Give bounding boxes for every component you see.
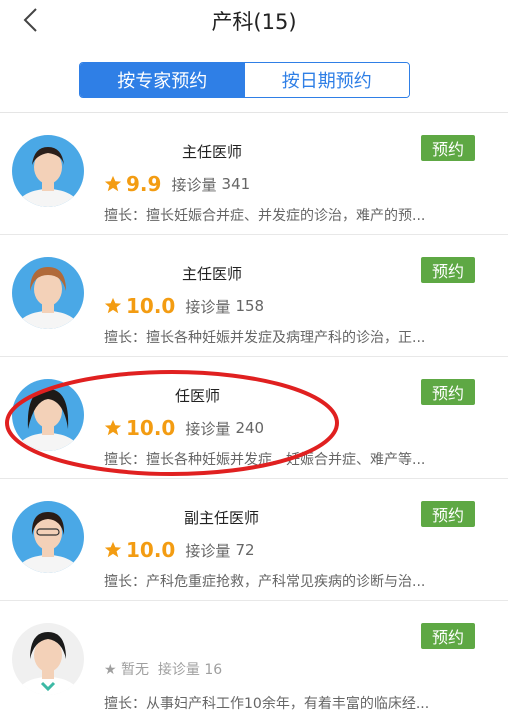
visits-count: 240 [235,419,265,437]
visits-label: 接诊量 [171,175,217,194]
star-icon [104,175,122,192]
book-button[interactable]: 预约 [421,379,475,405]
visits-label: 接诊量 [185,419,231,438]
doctor-score: 10.0 [126,538,176,562]
doctor-avatar [12,379,84,451]
visits-label: 接诊量 [157,662,200,678]
doctor-row[interactable]: 副主任医师 10.0 接诊量 72 擅长：产科危重症抢救，产科常见疾病的诊断与治… [0,479,508,601]
doctor-row[interactable]: 主任医师 10.0 接诊量 158 擅长：擅长各种妊娠并发症及病理产科的诊治，正… [0,235,508,357]
book-button[interactable]: 预约 [421,501,475,527]
doctor-avatar [12,623,84,695]
doctor-title: 主任医师 [182,143,243,161]
page-title: 产科(15) [211,10,297,34]
tab-by-expert[interactable]: 按专家预约 [80,63,245,97]
doctor-specialty: 擅长：产科危重症抢救，产科常见疾病的诊断与治... [104,574,426,590]
tab-by-date[interactable]: 按日期预约 [244,63,409,97]
rating-line: 10.0 接诊量 158 [104,293,264,319]
book-button[interactable]: 预约 [421,135,475,161]
doctor-title: 主任医师 [182,265,243,283]
rating-line: ★ 暂无 接诊量 16 [104,659,222,679]
segmented-control: 按专家预约 按日期预约 [79,62,410,98]
doctor-title: 副主任医师 [184,509,260,527]
doctor-score: 10.0 [126,416,176,440]
doctor-specialty: 擅长：擅长各种妊娠并发症及病理产科的诊治，正... [104,330,426,346]
doctor-avatar [12,257,84,329]
doctor-specialty: 擅长：擅长各种妊娠并发症、妊娠合并症、难产等... [104,452,426,468]
star-icon [104,419,122,436]
book-button[interactable]: 预约 [421,623,475,649]
doctor-specialty: 擅长：擅长妊娠合并症、并发症的诊治，难产的预... [104,208,426,224]
doctor-avatar [12,135,84,207]
visits-count: 72 [235,541,255,559]
doctor-specialty: 擅长：从事妇产科工作10余年，有着丰富的临床经... [104,696,430,712]
header: 产科(15) [0,0,508,40]
rating-line: 9.9 接诊量 341 [104,171,250,197]
doctor-score: 9.9 [126,172,162,196]
visits-label: 接诊量 [185,541,231,560]
rating-line: 10.0 接诊量 240 [104,415,264,441]
doctor-title: 任医师 [175,387,221,405]
rating-line: 10.0 接诊量 72 [104,537,255,563]
doctor-row[interactable]: 主任医师 9.9 接诊量 341 擅长：擅长妊娠合并症、并发症的诊治，难产的预.… [0,113,508,235]
visits-count: 158 [235,297,265,315]
doctor-avatar [12,501,84,573]
doctor-score: 暂无 [121,662,150,678]
visits-count: 341 [221,175,251,193]
visits-count: 16 [204,662,223,678]
doctor-row[interactable]: 任医师 10.0 接诊量 240 擅长：擅长各种妊娠并发症、妊娠合并症、难产等.… [0,357,508,479]
doctor-list: 主任医师 9.9 接诊量 341 擅长：擅长妊娠合并症、并发症的诊治，难产的预.… [0,113,508,723]
star-icon [104,297,122,314]
doctor-score: 10.0 [126,294,176,318]
star-icon [104,541,122,558]
visits-label: 接诊量 [185,297,231,316]
book-button[interactable]: 预约 [421,257,475,283]
doctor-row[interactable]: ★ 暂无 接诊量 16 擅长：从事妇产科工作10余年，有着丰富的临床经... 预… [0,601,508,723]
star-icon: ★ [104,662,117,678]
